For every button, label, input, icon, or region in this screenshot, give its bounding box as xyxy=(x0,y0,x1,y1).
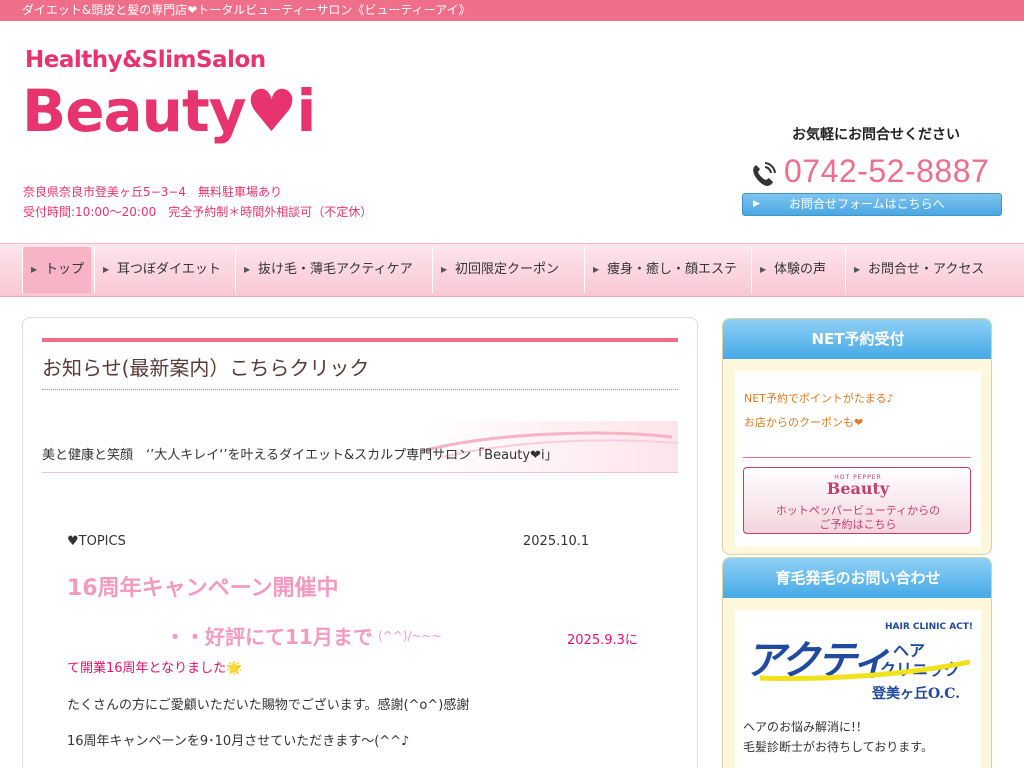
title-accent-bar xyxy=(42,338,678,342)
top-banner: ダイエット&頭皮と髪の専門店❤トータルビューティーサロン《ビューティーアイ》 xyxy=(0,0,1024,21)
nav-item-coupon[interactable]: ▶ 初回限定クーポン xyxy=(432,247,582,293)
nav-arrow-icon: ▶ xyxy=(244,265,251,274)
nav-item-hair-care[interactable]: ▶ 抜け毛・薄毛アクティケア xyxy=(235,247,430,293)
contact-form-button[interactable]: ▶ お問合せフォームはこちらへ xyxy=(742,193,1002,216)
topics-label: ♥TOPICS xyxy=(67,534,126,549)
tagline-text: 美と健康と笑顔 ‘’大人キレイ‘’を叶えるダイエット&スカルプ専門サロン「Bea… xyxy=(42,448,558,463)
divider xyxy=(42,389,678,390)
heart-icon: ♥ xyxy=(245,77,298,145)
phone-icon xyxy=(753,162,776,186)
swoosh-decoration xyxy=(760,660,970,681)
play-arrow-icon: ▶ xyxy=(753,199,760,209)
nav-arrow-icon: ▶ xyxy=(760,265,767,274)
body-paragraph: たくさんの方にご愛顧いただいた賜物でございます。感謝(^o^)感謝 xyxy=(67,698,470,713)
logo-suffix: i xyxy=(296,77,317,145)
nav-item-testimonials[interactable]: ▶ 体験の声 xyxy=(751,247,841,293)
main-nav: ▶ トップ ▶ 耳つぼダイエット ▶ 抜け毛・薄毛アクティケア ▶ 初回限定クー… xyxy=(0,243,1024,297)
nav-arrow-icon: ▶ xyxy=(441,265,448,274)
campaign-title: 16周年キャンペーン開催中 xyxy=(67,576,339,601)
nav-arrow-icon: ▶ xyxy=(593,265,600,274)
hotpepper-brand: Beauty xyxy=(826,479,890,498)
body-paragraph: 16周年キャンペーンを9･10月させていただきます〜(^^♪ xyxy=(67,734,410,749)
divider xyxy=(743,457,971,458)
nav-label: 痩身・癒し・顔エステ xyxy=(607,262,738,277)
topics-date: 2025.10.1 xyxy=(523,534,590,549)
nav-label: お問合せ・アクセス xyxy=(868,262,985,277)
nav-arrow-icon: ▶ xyxy=(103,265,110,274)
net-reservation-heading: NET予約受付 xyxy=(723,319,991,359)
contact-label: お気軽にお問合せください xyxy=(792,127,960,143)
nav-arrow-icon: ▶ xyxy=(31,265,38,274)
address-line: 奈良県奈良市登美ヶ丘5−3−4 無料駐車場あり xyxy=(23,185,283,199)
nav-item-ear-diet[interactable]: ▶ 耳つぼダイエット xyxy=(94,247,232,293)
nav-label: 体験の声 xyxy=(774,262,827,277)
logo-title: Beauty xyxy=(22,77,247,145)
hair-note: ヘアのお悩み解消に!！ xyxy=(743,720,868,734)
nav-label: 耳つぼダイエット xyxy=(117,262,221,277)
logo[interactable]: Beauty♥i xyxy=(22,76,317,146)
point-note: NET予約でポイントがたまる♪ xyxy=(744,392,894,405)
campaign-subtitle: ・・好評にて11月まで xyxy=(165,625,373,649)
campaign-line: て開業16周年となりました🌟 xyxy=(67,661,243,676)
campaign-date: 2025.9.3に xyxy=(567,633,638,648)
nav-label: トップ xyxy=(45,262,85,277)
contact-form-label: お問合せフォームはこちらへ xyxy=(789,197,945,211)
nav-item-access[interactable]: ▶ お問合せ・アクセス xyxy=(845,247,1005,293)
clinic-logo-top: HAIR CLINIC ACT! xyxy=(885,622,974,632)
hotpepper-reserve-button[interactable]: HOT PEPPER Beauty ホットペッパービューティからの ご予約はこち… xyxy=(743,467,971,534)
news-heading-link[interactable]: お知らせ(最新案内）こちらクリック xyxy=(42,352,369,381)
nav-item-top[interactable]: ▶ トップ xyxy=(22,247,91,293)
logo-subtitle[interactable]: Healthy&SlimSalon xyxy=(25,47,266,73)
hair-inquiry-heading: 育毛発毛のお問い合わせ xyxy=(723,558,991,598)
nav-item-esthetic[interactable]: ▶ 痩身・癒し・顔エステ xyxy=(584,247,749,293)
nav-arrow-icon: ▶ xyxy=(854,265,861,274)
hotpepper-line: ご予約はこちら xyxy=(819,518,897,531)
campaign-emoticon: (^^)/~~~ xyxy=(378,629,442,643)
clinic-location: 登美ヶ丘O.C. xyxy=(872,686,961,702)
nav-label: 初回限定クーポン xyxy=(455,262,560,277)
hours-line: 受付時間:10:00〜20:00 完全予約制＊時間外相談可（不定休） xyxy=(23,205,373,219)
hair-note: 毛髪診断士がお待ちしております。 xyxy=(743,740,934,754)
phone-number[interactable]: 0742-52-8887 xyxy=(784,153,989,190)
nav-label: 抜け毛・薄毛アクティケア xyxy=(258,262,413,277)
coupon-note: お店からのクーポンも❤ xyxy=(744,416,864,429)
